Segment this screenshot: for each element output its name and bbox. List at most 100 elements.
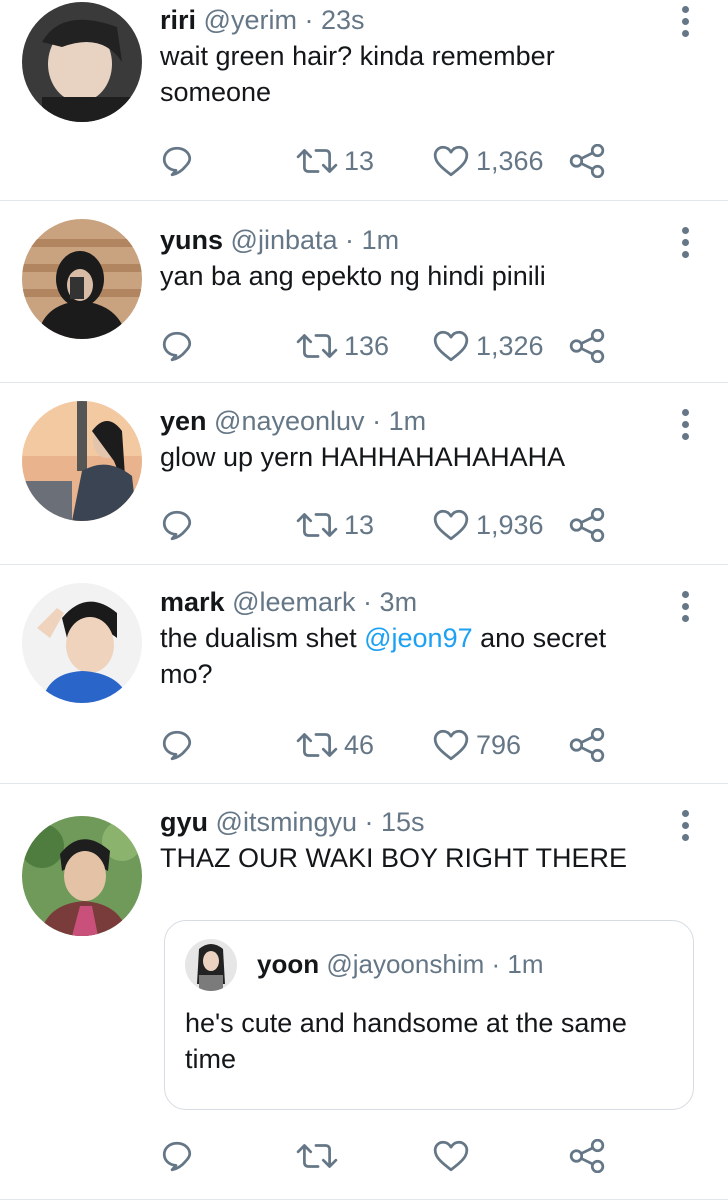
retweet-icon	[296, 510, 338, 540]
reply-button[interactable]	[160, 141, 194, 181]
share-button[interactable]	[568, 725, 606, 765]
retweet-count: 13	[344, 509, 375, 540]
like-icon	[432, 144, 470, 178]
user-handle[interactable]: @nayeonluv	[214, 406, 365, 436]
separator: ·	[491, 949, 501, 979]
user-name[interactable]: riri	[160, 5, 196, 35]
tweet[interactable]: yen @nayeonluv · 1m glow up yern HAHHAHA…	[0, 383, 728, 565]
retweet-button[interactable]: 136	[296, 326, 389, 366]
retweet-button[interactable]: 46	[296, 725, 374, 765]
quoted-header: yoon @jayoonshim · 1m	[257, 949, 544, 980]
tweet-actions: 13 1,936	[160, 505, 728, 545]
timestamp[interactable]: 1m	[389, 406, 427, 436]
tweet-header: gyu @itsmingyu · 15s	[160, 804, 664, 840]
share-icon	[568, 728, 606, 762]
tweet-header: yen @nayeonluv · 1m	[160, 403, 664, 439]
separator: ·	[364, 807, 374, 837]
separator: ·	[345, 225, 355, 255]
quoted-timestamp: 1m	[507, 949, 544, 979]
more-vertical-icon[interactable]	[680, 6, 690, 42]
retweet-icon	[296, 730, 338, 760]
share-icon	[568, 508, 606, 542]
retweet-count: 46	[344, 729, 375, 760]
tweet-body: gyu @itsmingyu · 15s THAZ OUR WAKI BOY R…	[160, 804, 664, 876]
share-icon	[568, 329, 606, 363]
quoted-text: he's cute and handsome at the same time	[185, 1008, 627, 1074]
avatar[interactable]	[22, 816, 142, 936]
like-count: 1,366	[476, 145, 544, 176]
avatar[interactable]	[22, 583, 142, 703]
more-vertical-icon[interactable]	[680, 409, 690, 445]
reply-button[interactable]	[160, 1136, 194, 1176]
user-handle[interactable]: @yerim	[204, 5, 297, 35]
user-handle[interactable]: @leemark	[232, 587, 355, 617]
timestamp[interactable]: 23s	[321, 5, 365, 35]
tweet-body: riri @yerim · 23s wait green hair? kinda…	[160, 2, 664, 110]
timestamp[interactable]: 15s	[381, 807, 425, 837]
like-count: 796	[476, 729, 522, 760]
mention-link[interactable]: @jeon97	[364, 623, 473, 653]
retweet-icon	[296, 331, 338, 361]
reply-button[interactable]	[160, 326, 194, 366]
avatar[interactable]	[22, 219, 142, 339]
like-icon	[432, 329, 470, 363]
like-icon	[432, 1139, 470, 1173]
retweet-button[interactable]: 13	[296, 505, 374, 545]
separator: ·	[304, 5, 314, 35]
share-button[interactable]	[568, 505, 606, 545]
more-vertical-icon[interactable]	[680, 810, 690, 846]
tweet[interactable]: mark @leemark · 3m the dualism shet @jeo…	[0, 565, 728, 784]
tweet-actions: 136 1,326	[160, 326, 728, 366]
avatar[interactable]	[22, 401, 142, 521]
quoted-user-name[interactable]: yoon	[257, 949, 319, 979]
user-name[interactable]: yuns	[160, 225, 223, 255]
share-button[interactable]	[568, 326, 606, 366]
reply-button[interactable]	[160, 725, 194, 765]
retweet-button[interactable]: 13	[296, 141, 374, 181]
reply-icon	[160, 329, 194, 363]
tweet[interactable]: riri @yerim · 23s wait green hair? kinda…	[0, 0, 728, 201]
avatar[interactable]	[22, 2, 142, 122]
tweet[interactable]: gyu @itsmingyu · 15s THAZ OUR WAKI BOY R…	[0, 784, 728, 1200]
like-button[interactable]: 1,366	[432, 141, 544, 181]
like-button[interactable]: 1,326	[432, 326, 544, 366]
separator: ·	[363, 587, 373, 617]
retweet-count: 136	[344, 330, 390, 361]
tweet-body: yuns @jinbata · 1m yan ba ang epekto ng …	[160, 222, 664, 294]
share-button[interactable]	[568, 141, 606, 181]
reply-icon	[160, 144, 194, 178]
quoted-avatar[interactable]	[185, 939, 237, 991]
timestamp[interactable]: 1m	[362, 225, 400, 255]
tweet-body: yen @nayeonluv · 1m glow up yern HAHHAHA…	[160, 403, 664, 475]
like-button[interactable]	[432, 1136, 470, 1176]
user-name[interactable]: yen	[160, 406, 207, 436]
like-icon	[432, 508, 470, 542]
reply-icon	[160, 1139, 194, 1173]
more-vertical-icon[interactable]	[680, 227, 690, 263]
tweet-text: glow up yern HAHHAHAHAHAHA	[160, 442, 566, 472]
tweet-actions: 46 796	[160, 725, 728, 765]
timestamp[interactable]: 3m	[380, 587, 418, 617]
tweet-text: the dualism shet @jeon97 ano secret mo?	[160, 620, 664, 692]
like-button[interactable]: 796	[432, 725, 521, 765]
tweet-text: yan ba ang epekto ng hindi pinili	[160, 261, 546, 291]
tweet-text: THAZ OUR WAKI BOY RIGHT THERE	[160, 843, 628, 873]
more-vertical-icon[interactable]	[680, 591, 690, 627]
quoted-tweet[interactable]: yoon @jayoonshim · 1m he's cute and hand…	[164, 920, 694, 1110]
user-handle[interactable]: @jinbata	[231, 225, 338, 255]
quoted-user-handle[interactable]: @jayoonshim	[326, 949, 484, 979]
like-button[interactable]: 1,936	[432, 505, 544, 545]
user-name[interactable]: gyu	[160, 807, 208, 837]
reply-icon	[160, 728, 194, 762]
tweet-actions: 13 1,366	[160, 141, 728, 181]
tweet-text-part: the dualism shet	[160, 623, 365, 653]
tweet-header: mark @leemark · 3m	[160, 584, 664, 620]
share-button[interactable]	[568, 1136, 606, 1176]
reply-button[interactable]	[160, 505, 194, 545]
tweet[interactable]: yuns @jinbata · 1m yan ba ang epekto ng …	[0, 201, 728, 383]
user-handle[interactable]: @itsmingyu	[216, 807, 357, 837]
tweet-header: riri @yerim · 23s	[160, 2, 664, 38]
retweet-button[interactable]	[296, 1136, 338, 1176]
retweet-icon	[296, 146, 338, 176]
user-name[interactable]: mark	[160, 587, 225, 617]
